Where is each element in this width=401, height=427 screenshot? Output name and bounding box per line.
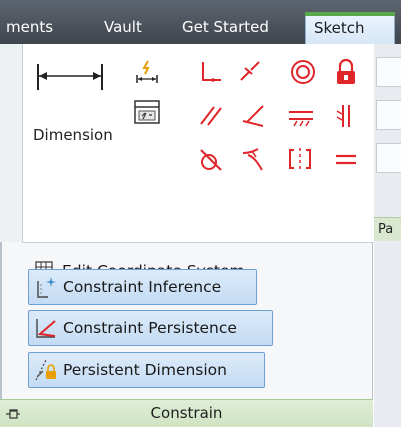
symmetric-icon[interactable] xyxy=(284,143,316,175)
constrain-panel-title[interactable]: Constrain xyxy=(0,404,373,422)
constraint-persistence-button[interactable]: Constraint Persistence xyxy=(28,310,273,346)
horizontal-icon[interactable] xyxy=(285,100,317,132)
persistent-dimension-button[interactable]: Persistent Dimension xyxy=(28,352,265,388)
tab-sketch[interactable]: Sketch xyxy=(305,12,395,44)
adjacent-panel-button[interactable] xyxy=(376,100,401,130)
dimension-button-label[interactable]: Dimension xyxy=(33,126,113,144)
persistent-dimension-icon xyxy=(33,357,59,383)
adjacent-panel-button[interactable] xyxy=(376,57,401,87)
adjacent-panel-label: Pa xyxy=(374,217,401,241)
adjacent-panel-button[interactable] xyxy=(376,143,401,173)
constraint-inference-icon xyxy=(33,274,59,300)
panel-separator xyxy=(22,242,374,243)
fix-icon[interactable] xyxy=(330,56,362,88)
constraint-inference-label: Constraint Inference xyxy=(63,278,222,296)
tab-vault[interactable]: Vault xyxy=(104,12,142,44)
ribbon-tab-bar: ments Vault Get Started Sketch xyxy=(0,0,401,44)
constraint-persistence-label: Constraint Persistence xyxy=(63,319,237,337)
show-constraints-icon[interactable] xyxy=(131,96,163,128)
perpendicular-icon[interactable] xyxy=(237,100,269,132)
parallel-icon[interactable] xyxy=(195,100,227,132)
panel-left-strip xyxy=(0,44,22,242)
constraint-persistence-icon xyxy=(33,315,59,341)
tab-environments[interactable]: ments xyxy=(6,12,53,44)
collinear-icon[interactable] xyxy=(233,56,265,88)
equal-icon[interactable] xyxy=(330,143,362,175)
vertical-icon[interactable] xyxy=(330,100,362,132)
dimension-icon[interactable] xyxy=(36,60,104,92)
auto-dimension-icon[interactable] xyxy=(131,56,163,88)
constrain-panel-footer: Constrain xyxy=(0,399,373,427)
persistent-dimension-label: Persistent Dimension xyxy=(63,361,227,379)
active-tab-accent xyxy=(305,12,395,16)
coincident-icon[interactable] xyxy=(195,56,227,88)
tab-get-started[interactable]: Get Started xyxy=(182,12,269,44)
constraint-inference-button[interactable]: Constraint Inference xyxy=(28,269,257,305)
concentric-icon[interactable] xyxy=(287,56,319,88)
smooth-icon[interactable] xyxy=(238,143,270,175)
tangent-icon[interactable] xyxy=(195,143,227,175)
